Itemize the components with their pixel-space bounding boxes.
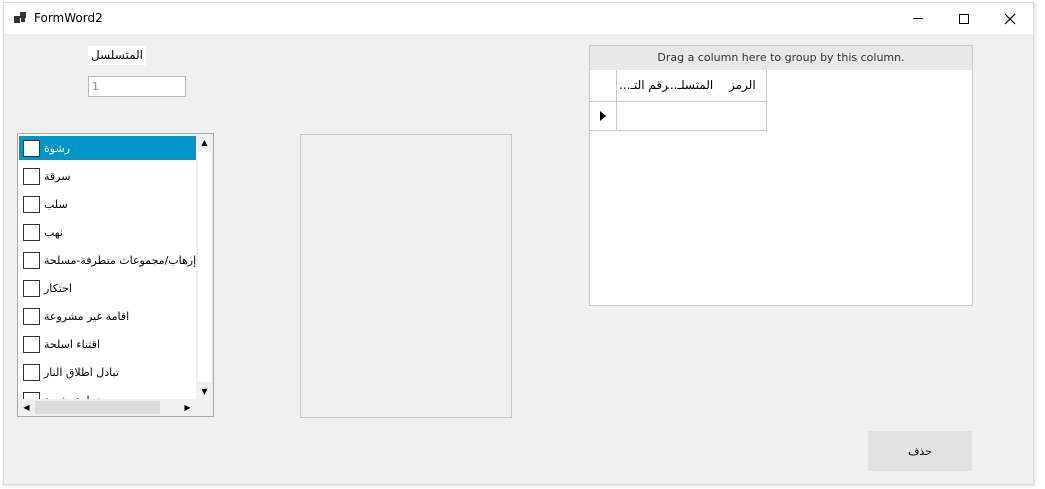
minimize-button[interactable] xyxy=(895,3,941,34)
checklist-item-label: سرقة xyxy=(44,169,71,183)
grid-header-row: الرمز المتسلـ... رقم التـ... xyxy=(590,70,767,102)
checkbox[interactable] xyxy=(23,307,40,325)
horizontal-scrollbar[interactable]: ◀ ▶ xyxy=(18,399,196,416)
scroll-down-icon[interactable]: ▼ xyxy=(196,383,213,400)
checklist-item[interactable]: سلب xyxy=(19,192,197,216)
sequence-input[interactable] xyxy=(88,76,186,97)
checklist-item[interactable]: سرقة xyxy=(19,164,197,188)
checklist-item-label: رشوة xyxy=(44,141,70,155)
sequence-label: المتسلسل xyxy=(88,46,147,65)
empty-panel xyxy=(300,134,512,418)
checkbox[interactable] xyxy=(23,223,40,241)
scroll-left-icon[interactable]: ◀ xyxy=(18,399,35,416)
checkbox[interactable] xyxy=(23,363,40,381)
vertical-scrollbar[interactable]: ▲ ▼ xyxy=(196,134,213,400)
minimize-icon xyxy=(913,18,923,19)
checklist-item[interactable]: تبادل اطلاق النار xyxy=(19,360,197,384)
checkbox[interactable] xyxy=(23,335,40,353)
checklist-item-label: سلب xyxy=(44,197,68,211)
column-header-code[interactable]: الرمز xyxy=(729,78,756,92)
group-panel[interactable]: Drag a column here to group by this colu… xyxy=(590,46,972,70)
checkbox[interactable] xyxy=(23,195,40,213)
checklist-item[interactable]: نهب xyxy=(19,220,197,244)
horizontal-scroll-thumb[interactable] xyxy=(35,401,160,414)
column-header-sequence[interactable]: المتسلـ... xyxy=(666,78,713,92)
column-header-number[interactable]: رقم التـ... xyxy=(619,78,668,92)
grid-corner-cell[interactable] xyxy=(590,70,617,101)
scroll-up-icon[interactable]: ▲ xyxy=(196,134,213,151)
checklist-item-label: إرهاب/مجموعات متطرفة-مسلحة xyxy=(44,253,197,267)
form-window: FormWord2 المتسلسل رشوة سرقة سلب نهب إرهاب/م… xyxy=(3,2,1034,485)
vertical-scroll-thumb[interactable] xyxy=(198,152,211,382)
close-icon xyxy=(1004,13,1016,24)
crime-type-checklist[interactable]: رشوة سرقة سلب نهب إرهاب/مجموعات متطرفة-مسلحة… xyxy=(17,133,214,417)
title-bar[interactable]: FormWord2 xyxy=(4,3,1033,34)
checkbox[interactable] xyxy=(23,167,40,185)
checkbox[interactable] xyxy=(23,279,40,297)
checkbox[interactable] xyxy=(23,139,40,157)
delete-button[interactable]: حذف xyxy=(868,431,972,471)
row-pointer-icon xyxy=(600,111,606,121)
checklist-item-label: نهب xyxy=(44,225,63,239)
checkbox[interactable] xyxy=(23,251,40,269)
scrollbar-corner xyxy=(196,399,213,416)
checklist-item[interactable]: رشوة xyxy=(19,136,197,160)
checklist-item-label: اقتناء اسلحة xyxy=(44,337,100,351)
window-title: FormWord2 xyxy=(34,11,103,25)
checklist-item[interactable]: إرهاب/مجموعات متطرفة-مسلحة xyxy=(19,248,197,272)
row-header-cell[interactable] xyxy=(590,102,617,130)
maximize-icon xyxy=(959,13,969,24)
app-form-icon xyxy=(14,12,26,23)
close-button[interactable] xyxy=(987,3,1033,34)
checklist-item-label: تبادل اطلاق النار xyxy=(44,365,119,379)
scroll-right-icon[interactable]: ▶ xyxy=(179,399,196,416)
maximize-button[interactable] xyxy=(941,3,987,34)
data-grid[interactable]: Drag a column here to group by this colu… xyxy=(589,45,973,306)
checklist-item[interactable]: اقامة غير مشروعة xyxy=(19,304,197,328)
checklist-item[interactable]: اقتناء اسلحة xyxy=(19,332,197,356)
checklist-item-label: احتكار xyxy=(44,281,72,295)
grid-new-row[interactable] xyxy=(590,102,767,131)
checklist-item-label: اقامة غير مشروعة xyxy=(44,309,130,323)
checklist-item[interactable]: احتكار xyxy=(19,276,197,300)
